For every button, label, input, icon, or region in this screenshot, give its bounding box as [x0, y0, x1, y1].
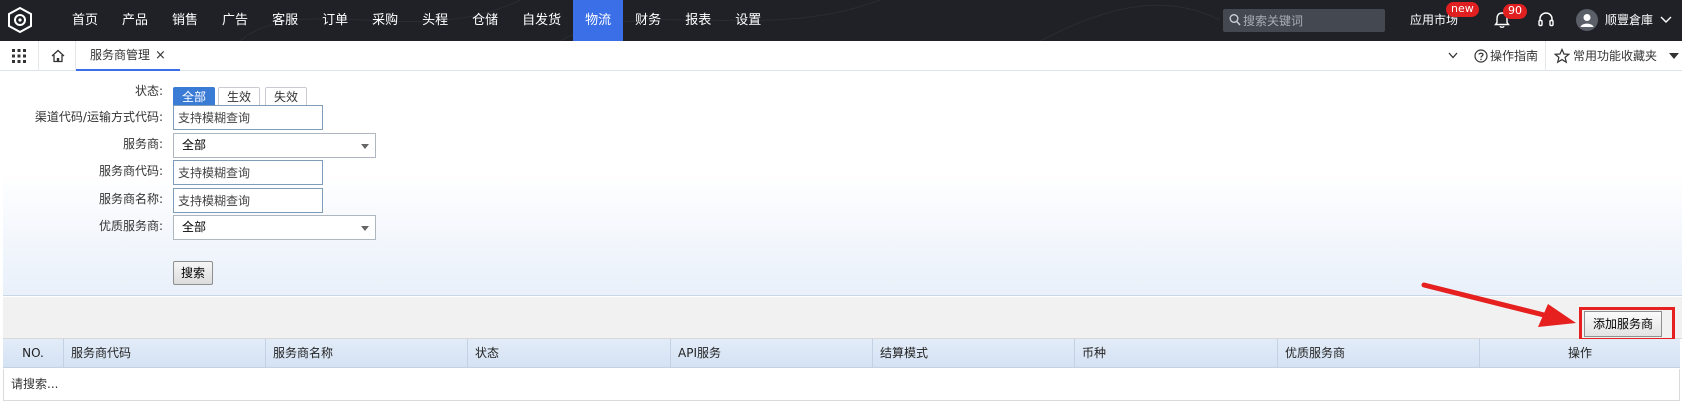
provider-code-input[interactable] — [173, 160, 323, 185]
column-header[interactable]: 操作 — [1480, 339, 1680, 368]
channel-code-label: 渠道代码/运输方式代码: — [34, 110, 163, 124]
avatar[interactable] — [1576, 9, 1598, 31]
nav-item[interactable]: 仓储 — [460, 0, 510, 41]
status-label: 状态: — [134, 84, 163, 98]
app-logo-icon[interactable] — [7, 7, 33, 33]
tab-provider-management[interactable]: 服务商管理 × — [76, 41, 180, 71]
top-nav-bar: 首页产品销售广告客服订单采购头程仓储自发货物流财务报表设置 应用市场 new 9… — [0, 0, 1682, 41]
red-arrow-annotation — [1421, 282, 1576, 327]
provider-name-label: 服务商名称: — [98, 192, 163, 206]
nav-item[interactable]: 广告 — [210, 0, 260, 41]
user-name[interactable]: 顺豐倉庫 — [1605, 0, 1653, 40]
home-icon[interactable] — [50, 48, 66, 64]
column-header[interactable]: 币种 — [1075, 339, 1278, 368]
nav-item[interactable]: 自发货 — [510, 0, 573, 41]
empty-message: 请搜索... — [11, 377, 59, 391]
chevron-down-icon[interactable] — [1660, 16, 1672, 24]
favorites-menu[interactable]: 常用功能收藏夹 — [1573, 41, 1657, 71]
nav-item[interactable]: 订单 — [310, 0, 360, 41]
user-icon — [1580, 14, 1594, 27]
grid-menu-icon[interactable] — [12, 49, 26, 63]
provider-code-label: 服务商代码: — [98, 164, 163, 178]
provider-select-value: 全部 — [182, 138, 207, 152]
chevron-down-icon[interactable] — [1448, 52, 1458, 59]
notification-count-badge: 90 — [1503, 4, 1527, 19]
divider — [1545, 41, 1546, 71]
column-header[interactable]: 优质服务商 — [1278, 339, 1480, 368]
search-icon — [1229, 14, 1241, 26]
channel-code-input[interactable] — [173, 105, 323, 130]
star-icon[interactable] — [1554, 48, 1570, 64]
search-button[interactable]: 搜索 — [173, 261, 214, 285]
quality-provider-select-value: 全部 — [182, 220, 207, 234]
nav-item[interactable]: 销售 — [160, 0, 210, 41]
filter-panel: 状态: 全部生效失效 渠道代码/运输方式代码: 服务商: 全部 服务商代码: 服… — [3, 72, 1682, 296]
column-header[interactable]: 服务商名称 — [266, 339, 468, 368]
quality-provider-label: 优质服务商: — [98, 219, 163, 233]
nav-item[interactable]: 物流 — [573, 0, 624, 41]
table-header: NO. 服务商代码 服务商名称 状态 API服务 结算模式 币种 优质服务商 操作 — [3, 339, 1680, 368]
quality-provider-select[interactable]: 全部 — [173, 215, 376, 240]
tab-label: 服务商管理 — [90, 48, 151, 62]
nav-item[interactable]: 首页 — [60, 0, 110, 41]
add-provider-button[interactable]: 添加服务商 — [1584, 311, 1663, 337]
nav-item[interactable]: 设置 — [723, 0, 773, 41]
table-empty-row: 请搜索... — [3, 369, 1680, 401]
headset-icon[interactable] — [1537, 11, 1555, 29]
column-header[interactable]: 结算模式 — [873, 339, 1075, 368]
search-input[interactable] — [1243, 9, 1381, 32]
provider-select[interactable]: 全部 — [173, 133, 376, 158]
help-icon[interactable] — [1474, 49, 1488, 63]
column-header[interactable]: API服务 — [671, 339, 873, 368]
provider-name-input[interactable] — [173, 188, 323, 213]
nav-item[interactable]: 报表 — [673, 0, 723, 41]
column-header[interactable]: NO. — [3, 339, 64, 368]
nav-item[interactable]: 采购 — [360, 0, 410, 41]
caret-down-icon[interactable] — [1669, 53, 1679, 59]
column-header[interactable]: 状态 — [468, 339, 671, 368]
operation-guide-link[interactable]: 操作指南 — [1490, 41, 1538, 71]
nav-item[interactable]: 头程 — [410, 0, 460, 41]
close-icon[interactable]: × — [155, 48, 166, 63]
new-badge: new — [1446, 2, 1479, 17]
nav-item[interactable]: 客服 — [260, 0, 310, 41]
nav-item[interactable]: 产品 — [110, 0, 160, 41]
caret-down-icon — [361, 226, 369, 231]
tab-bar: 服务商管理 × 操作指南 常用功能收藏夹 — [0, 41, 1682, 71]
column-header[interactable]: 服务商代码 — [64, 339, 266, 368]
nav-item[interactable]: 财务 — [623, 0, 673, 41]
caret-down-icon — [361, 144, 369, 149]
global-search[interactable] — [1223, 9, 1385, 32]
divider — [38, 41, 39, 71]
provider-label: 服务商: — [122, 137, 163, 151]
main-menu: 首页 产品 销售 广告 客服 订单 采购 头程 仓储 自发货 物流 财务 报表 设置 — [60, 0, 773, 41]
